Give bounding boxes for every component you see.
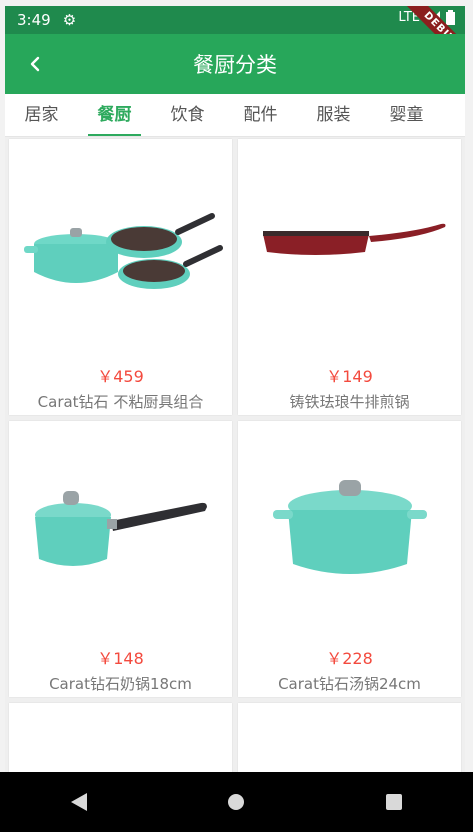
back-button[interactable] xyxy=(19,48,51,80)
system-nav-bar xyxy=(0,772,473,832)
nav-back-button[interactable] xyxy=(49,782,109,822)
product-name: Carat钻石 不粘厨具组合 xyxy=(37,393,204,411)
status-bar: 3:49 ⚙ LTE DEBUG xyxy=(5,6,465,71)
tab-clothing[interactable]: 服装 xyxy=(297,94,370,136)
product-card[interactable]: ￥459 Carat钻石 不粘厨具组合 xyxy=(9,139,232,415)
gear-icon: ⚙ xyxy=(62,11,77,29)
page-title: 餐厨分类 xyxy=(193,53,277,77)
tab-baby[interactable]: 婴童 xyxy=(370,94,443,136)
product-price: ￥459 xyxy=(97,367,144,386)
nav-home-icon xyxy=(228,794,245,810)
battery-icon xyxy=(446,10,455,25)
product-card[interactable]: ￥149 铸铁珐琅牛排煎锅 xyxy=(238,139,461,415)
nav-recents-button[interactable] xyxy=(364,782,424,822)
tab-misc[interactable]: 杂 xyxy=(443,94,465,136)
product-grid: ￥459 Carat钻石 不粘厨具组合 ￥149 铸铁珐琅牛排煎锅 ￥148 C… xyxy=(9,139,461,772)
app-frame: 3:49 ⚙ LTE DEBUG 餐厨分类 居家 餐厨 饮食 配件 服装 婴童 … xyxy=(5,6,465,772)
product-image xyxy=(238,421,461,631)
status-time: 3:49 xyxy=(17,11,51,29)
product-price: ￥228 xyxy=(326,649,373,668)
category-tabs: 居家 餐厨 饮食 配件 服装 婴童 杂 xyxy=(5,94,465,137)
product-card[interactable] xyxy=(238,703,461,772)
nav-back-icon xyxy=(70,793,87,811)
product-name: 铸铁珐琅牛排煎锅 xyxy=(289,393,410,411)
nav-recents-icon xyxy=(386,794,403,810)
product-image xyxy=(238,139,461,349)
app-bar: 餐厨分类 xyxy=(5,34,465,94)
tab-food[interactable]: 饮食 xyxy=(151,94,224,136)
product-card[interactable]: ￥148 Carat钻石奶锅18cm xyxy=(9,421,232,697)
product-image xyxy=(9,421,232,631)
product-image xyxy=(9,139,232,349)
back-icon xyxy=(30,56,40,72)
nav-home-button[interactable] xyxy=(206,782,266,822)
product-price: ￥148 xyxy=(97,649,144,668)
product-name: Carat钻石奶锅18cm xyxy=(49,675,192,693)
tab-home[interactable]: 居家 xyxy=(5,94,78,136)
tab-accessories[interactable]: 配件 xyxy=(224,94,297,136)
product-name: Carat钻石汤锅24cm xyxy=(278,675,421,693)
product-card[interactable] xyxy=(9,703,232,772)
product-card[interactable]: ￥228 Carat钻石汤锅24cm xyxy=(238,421,461,697)
tab-kitchen[interactable]: 餐厨 xyxy=(78,94,151,136)
product-price: ￥149 xyxy=(326,367,373,386)
